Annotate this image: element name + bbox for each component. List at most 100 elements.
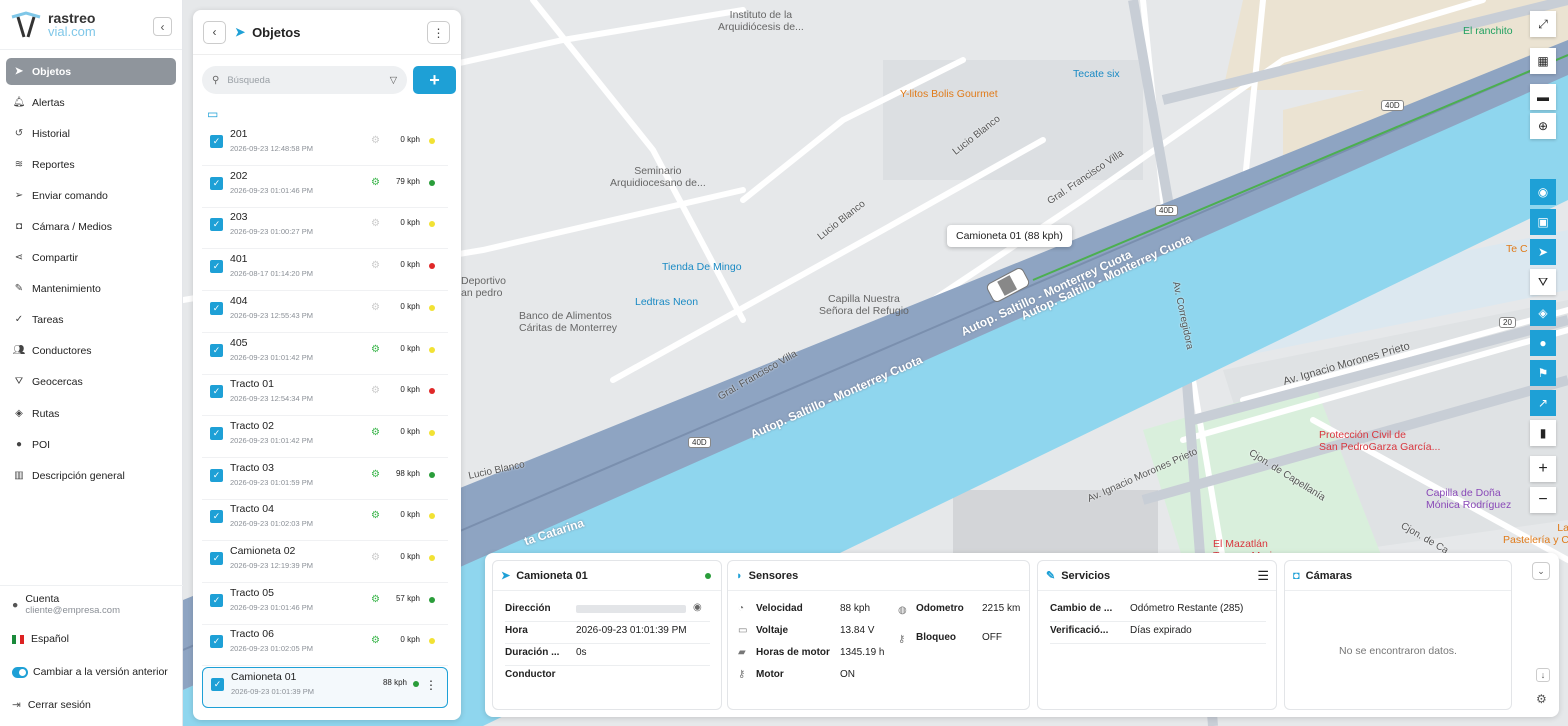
language-selector[interactable]: Español xyxy=(12,633,69,645)
map-layers-icon[interactable]: ▦ xyxy=(1530,48,1556,74)
sensor-name: Odometro xyxy=(916,603,964,614)
gear-icon[interactable]: ⚙ xyxy=(1536,692,1547,706)
scan-icon[interactable]: ▣ xyxy=(1530,209,1556,235)
object-row[interactable]: ✓ Tracto 04 2026-09-23 01:02:03 PM ⚙ 0 kph xyxy=(202,500,448,542)
sensor-name: Bloqueo xyxy=(916,632,956,643)
eye-icon[interactable]: ◉ xyxy=(693,602,702,613)
sidebar-item-label: Geocercas xyxy=(32,375,83,388)
row-checkbox[interactable]: ✓ xyxy=(210,135,223,148)
status-dot xyxy=(429,596,435,603)
locate-icon[interactable]: ⊕ xyxy=(1530,113,1556,139)
navigation-arrow-icon[interactable]: ➤ xyxy=(1530,239,1556,265)
row-checkbox[interactable]: ✓ xyxy=(210,510,223,524)
pin-icon[interactable]: ↓ xyxy=(1536,668,1550,682)
engine-icon: ⚙ xyxy=(371,510,380,522)
object-row[interactable]: ✓ Tracto 05 2026-09-23 01:01:46 PM ⚙ 57 kph xyxy=(202,584,448,625)
more-vertical-icon[interactable]: ⋮ xyxy=(425,678,437,692)
object-name: Tracto 03 xyxy=(230,461,274,474)
object-row[interactable]: ✓ Camioneta 02 2026-09-23 12:19:39 PM ⚙ 0 kp… xyxy=(202,542,448,583)
engine-icon: ⚙ xyxy=(371,301,380,313)
object-row[interactable]: ✓ 203 2026-09-23 01:00:27 PM ⚙ 0 kph xyxy=(202,208,448,250)
zoom-in-icon[interactable]: + xyxy=(1530,456,1556,482)
vehicle-field-conductor: Conductor xyxy=(505,669,556,680)
row-checkbox[interactable]: ✓ xyxy=(210,301,223,315)
sidebar-item-mantenimiento[interactable]: ✎ Mantenimiento xyxy=(6,275,176,302)
sidebar-item-rutas[interactable]: ◈ Rutas xyxy=(6,400,176,427)
gauge-icon: ◔ xyxy=(738,603,745,614)
row-checkbox[interactable]: ✓ xyxy=(210,218,223,232)
add-object-button[interactable]: + xyxy=(413,66,456,94)
sidebar-item-enviar-comando[interactable]: ➢ Enviar comando xyxy=(6,182,176,209)
sidebar-item-compartir[interactable]: ⋖ Compartir xyxy=(6,244,176,271)
object-row[interactable]: ✓ Tracto 03 2026-09-23 01:01:59 PM ⚙ 98 kph xyxy=(202,459,448,500)
chevron-left-icon: ‹ xyxy=(160,19,165,34)
sidebar-item-descripcion[interactable]: ▥ Descripción general xyxy=(6,462,176,489)
row-checkbox[interactable]: ✓ xyxy=(210,426,223,440)
row-checkbox[interactable]: ✓ xyxy=(210,552,223,565)
sidebar-item-objetos[interactable]: ➤ Objetos xyxy=(6,58,176,85)
account-menu[interactable]: ● Cuenta cliente@empresa.com xyxy=(12,593,120,616)
binoculars-icon[interactable]: ◈ xyxy=(1530,300,1556,326)
row-checkbox[interactable]: ✓ xyxy=(210,385,223,399)
zoom-out-icon[interactable]: − xyxy=(1530,487,1556,513)
sidebar-item-poi[interactable]: ● POI xyxy=(6,431,176,458)
panel-more-button[interactable]: ⋮ xyxy=(427,21,450,44)
object-timestamp: 2026-08-17 01:14:20 PM xyxy=(230,269,313,279)
object-row[interactable]: ✓ 405 2026-09-23 01:01:42 PM ⚙ 0 kph xyxy=(202,334,448,375)
row-checkbox[interactable]: ✓ xyxy=(210,468,223,482)
objects-panel: ‹ ➤ Objetos ⋮ ⚲ Búsqueda ▽ + ▭ ✓ 201 2026-0… xyxy=(193,10,461,720)
sidebar-item-camara[interactable]: ◘ Cámara / Medios xyxy=(6,213,176,240)
sidebar-item-reportes[interactable]: ≋ Reportes xyxy=(6,151,176,178)
object-row[interactable]: ✓ 202 2026-09-23 01:01:46 PM ⚙ 79 kph xyxy=(202,167,448,208)
object-row[interactable]: ✓ Tracto 01 2026-09-23 12:54:34 PM ⚙ 0 kph xyxy=(202,375,448,417)
object-row[interactable]: ✓ 401 2026-08-17 01:14:20 PM ⚙ 0 kph xyxy=(202,250,448,292)
row-checkbox[interactable]: ✓ xyxy=(211,678,224,692)
sidebar-item-alertas[interactable]: 🔔︎ Alertas xyxy=(6,89,176,116)
row-checkbox[interactable]: ✓ xyxy=(210,260,223,274)
logout-button[interactable]: ⇥ Cerrar sesión xyxy=(12,699,91,711)
object-row[interactable]: ✓ 404 2026-09-23 12:55:43 PM ⚙ 0 kph xyxy=(202,292,448,333)
menu-icon[interactable]: ☰ xyxy=(1257,568,1269,584)
object-timestamp: 2026-09-23 12:48:58 PM xyxy=(230,144,313,153)
poi-deportivo: Deportivo an pedro xyxy=(461,275,506,299)
filter-icon[interactable]: ▽ xyxy=(390,75,397,86)
engine-icon: ⚙ xyxy=(371,343,380,355)
object-row[interactable]: ✓ Tracto 06 2026-09-23 01:02:05 PM ⚙ 0 kph xyxy=(202,625,448,667)
collapse-panel-button[interactable]: ⌄ xyxy=(1532,562,1550,580)
sidebar-item-geocercas[interactable]: ⛛ Geocercas xyxy=(6,368,176,395)
flag-icon[interactable]: ⚑ xyxy=(1530,360,1556,386)
collapse-sidebar-button[interactable]: ‹ xyxy=(153,17,172,36)
row-checkbox[interactable]: ✓ xyxy=(210,343,223,357)
map-pin-icon[interactable]: ● xyxy=(1530,330,1556,356)
object-row[interactable]: ✓ Tracto 02 2026-09-23 01:01:42 PM ⚙ 0 kph xyxy=(202,417,448,458)
cameras-card-title: Cámaras xyxy=(1305,569,1353,582)
ruler-icon[interactable]: ▬ xyxy=(1530,84,1556,110)
traffic-light-icon[interactable]: ▮ xyxy=(1530,420,1556,446)
poi-ylitos: Y-litos Bolis Gourmet xyxy=(900,88,998,100)
sidebar-item-label: Reportes xyxy=(32,158,75,171)
row-checkbox[interactable]: ✓ xyxy=(210,593,223,607)
back-button[interactable]: ‹ xyxy=(203,20,226,44)
sidebar-item-tareas[interactable]: ✓ Tareas xyxy=(6,306,176,333)
tasks-icon: ✓ xyxy=(14,314,24,325)
geofence-icon[interactable]: ⛛ xyxy=(1530,269,1556,295)
service-name: Verificació... xyxy=(1050,625,1109,636)
service-name: Cambio de ... xyxy=(1050,603,1113,614)
sidebar-item-label: Historial xyxy=(32,127,70,140)
row-checkbox[interactable]: ✓ xyxy=(210,635,223,649)
sensors-card-title: Sensores xyxy=(748,569,799,582)
row-checkbox[interactable]: ✓ xyxy=(210,176,223,190)
fullscreen-icon[interactable]: ⤢ xyxy=(1530,11,1556,37)
status-dot xyxy=(429,179,435,186)
legacy-version-toggle[interactable]: Cambiar a la versión anterior xyxy=(12,666,168,678)
sidebar-item-conductores[interactable]: 👥︎ Conductores xyxy=(6,337,176,364)
status-dot xyxy=(429,304,435,311)
object-row[interactable]: ✓ 201 2026-09-23 12:48:58 PM ⚙ 0 kph xyxy=(202,125,448,166)
folder-icon[interactable]: ▭ xyxy=(207,107,218,121)
search-input[interactable]: ⚲ Búsqueda ▽ xyxy=(202,66,407,94)
object-row[interactable]: ✓ Camioneta 01 2026-09-23 01:01:39 PM 88 kp… xyxy=(202,667,448,709)
chat-icon[interactable]: ◉ xyxy=(1530,179,1556,205)
battery-icon: ▭ xyxy=(738,625,748,636)
route-arrow-icon[interactable]: ↗ xyxy=(1530,390,1556,416)
sidebar-item-historial[interactable]: ↺ Historial xyxy=(6,120,176,147)
